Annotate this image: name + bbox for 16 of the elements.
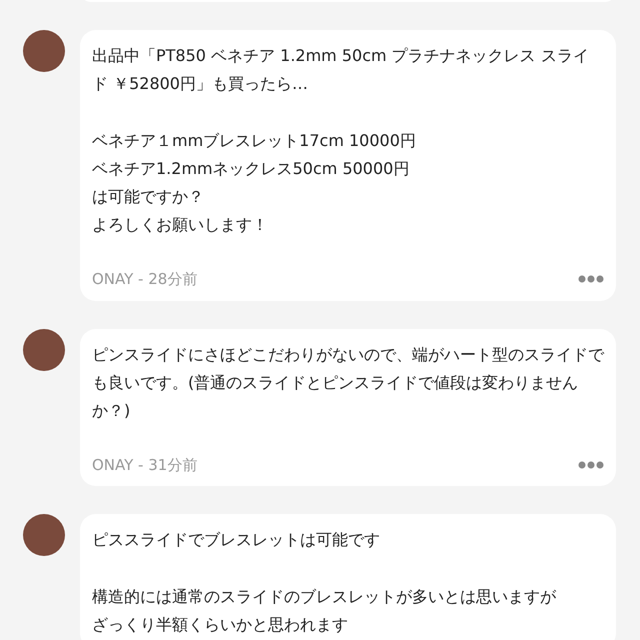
comment-text: 出品中「PT850 ベネチア 1.2mm 50cm プラチナネックレス スライド ￥52800円」も買ったら… (92, 45, 590, 95)
more-icon[interactable] (578, 275, 604, 284)
comment-text: ざっくり半額くらいかと思われます (92, 614, 349, 636)
comment-meta: ONAY - 28分前 (92, 269, 198, 290)
comment-text: ベネチア１mmブレスレット17cm 10000円 (92, 130, 417, 152)
comment-text: 構造的には通常のスライドのブレスレットが多いとは思いますが (92, 586, 558, 608)
comment-text: ピススライドでブレスレットは可能です (92, 529, 381, 551)
avatar[interactable] (23, 30, 65, 72)
comment-text: ベネチア1.2mmネックレス50cm 50000円 (92, 158, 410, 180)
avatar[interactable] (23, 328, 65, 370)
comment-text: ピンスライドにさほどこだわりがないので、端がハート型のスライドでも良いです。(普通のスライドとピンスライドで値段は変わりませんか？) (92, 344, 604, 422)
comment-text: よろしくお願いします！ (92, 214, 269, 236)
avatar[interactable] (23, 514, 65, 556)
more-icon[interactable] (578, 460, 604, 469)
comment-text: は可能ですか？ (92, 186, 205, 208)
comment-meta: ONAY - 31分前 (92, 454, 198, 476)
